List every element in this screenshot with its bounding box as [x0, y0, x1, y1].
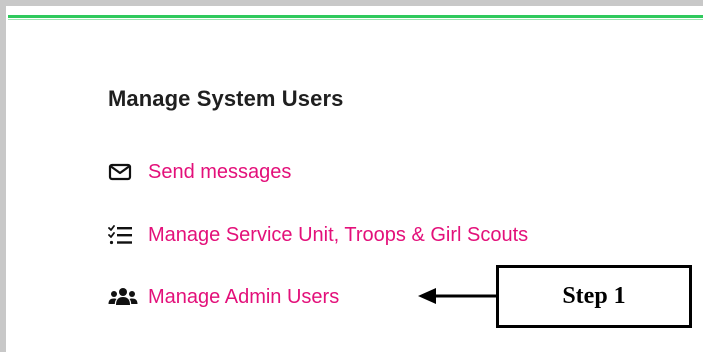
checklist-icon	[108, 223, 148, 247]
left-border	[0, 0, 6, 352]
manage-service-unit-link[interactable]: Manage Service Unit, Troops & Girl Scout…	[108, 221, 528, 249]
users-icon	[108, 285, 148, 309]
send-messages-label: Send messages	[148, 160, 292, 183]
section-title: Manage System Users	[108, 86, 344, 111]
send-messages-link[interactable]: Send messages	[108, 158, 291, 186]
green-divider-shadow	[8, 19, 703, 20]
green-divider	[8, 15, 703, 18]
arrow-left-icon	[418, 288, 498, 304]
manage-service-unit-label: Manage Service Unit, Troops & Girl Scout…	[148, 223, 529, 246]
screenshot-frame: Manage System Users Send messages Manage…	[0, 0, 703, 352]
step-callout: Step 1	[496, 265, 692, 328]
manage-admin-users-link[interactable]: Manage Admin Users	[108, 283, 339, 311]
step-label: Step 1	[562, 283, 626, 309]
manage-admin-users-label: Manage Admin Users	[148, 285, 340, 308]
envelope-icon	[108, 160, 148, 184]
top-border	[0, 0, 703, 6]
